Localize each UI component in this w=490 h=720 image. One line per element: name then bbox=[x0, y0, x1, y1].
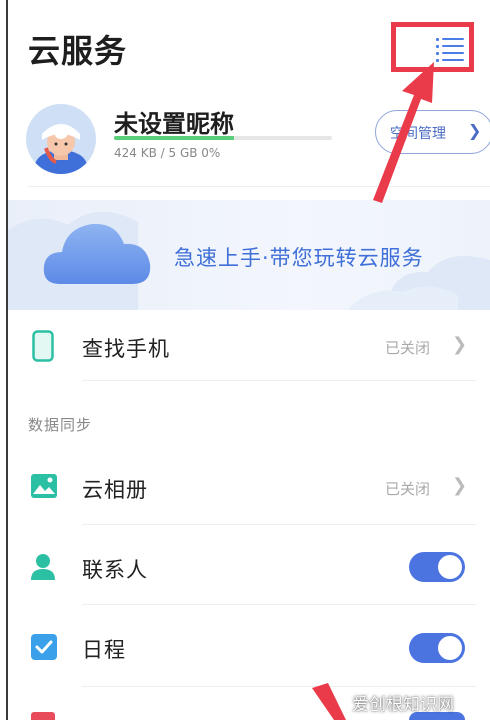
divider bbox=[82, 524, 476, 525]
chevron-right-icon: ❯ bbox=[452, 334, 468, 355]
space-management-label: 空间管理 bbox=[390, 126, 446, 142]
storage-usage-text: 424 KB / 5 GB 0% bbox=[114, 146, 221, 160]
divider bbox=[82, 604, 476, 605]
red-arrow-bottom bbox=[312, 683, 346, 720]
contact-icon bbox=[31, 554, 55, 580]
watermark: 爱创根知识网 bbox=[352, 695, 454, 715]
chevron-right-icon: ❯ bbox=[452, 475, 468, 496]
phone-icon bbox=[32, 330, 54, 362]
page-title: 云服务 bbox=[28, 32, 128, 70]
avatar[interactable] bbox=[26, 104, 96, 174]
storage-progress-bar bbox=[114, 136, 332, 140]
section-title-data-sync: 数据同步 bbox=[28, 416, 93, 434]
calendar-check-icon bbox=[31, 634, 57, 660]
sync-item-label[interactable]: 联系人 bbox=[82, 554, 148, 584]
divider bbox=[82, 380, 476, 381]
toggle-knob bbox=[438, 636, 462, 660]
cloud-icon bbox=[43, 223, 151, 284]
gallery-icon bbox=[31, 474, 57, 498]
chevron-right-icon: ❯ bbox=[468, 121, 482, 140]
find-phone-status: 已关闭 bbox=[385, 339, 431, 357]
nickname: 未设置昵称 bbox=[114, 110, 234, 138]
sync-item-status: 已关闭 bbox=[385, 480, 431, 498]
find-phone-label[interactable]: 查找手机 bbox=[82, 333, 170, 363]
contacts-toggle[interactable] bbox=[409, 552, 465, 582]
calendar-toggle[interactable] bbox=[409, 633, 465, 663]
sync-item-label[interactable]: 云相册 bbox=[82, 474, 148, 504]
red-square-icon bbox=[31, 712, 55, 720]
sync-item-label[interactable]: 日程 bbox=[82, 634, 126, 664]
toggle-knob bbox=[438, 555, 462, 579]
banner-text: 急速上手·带您玩转云服务 bbox=[174, 246, 424, 270]
menu-highlight-box bbox=[391, 22, 474, 72]
divider bbox=[28, 186, 490, 187]
divider bbox=[82, 686, 476, 687]
screen-edge-line bbox=[6, 0, 8, 720]
space-management-button[interactable]: 空间管理 ❯ bbox=[375, 110, 490, 154]
storage-progress-fill bbox=[114, 136, 234, 140]
